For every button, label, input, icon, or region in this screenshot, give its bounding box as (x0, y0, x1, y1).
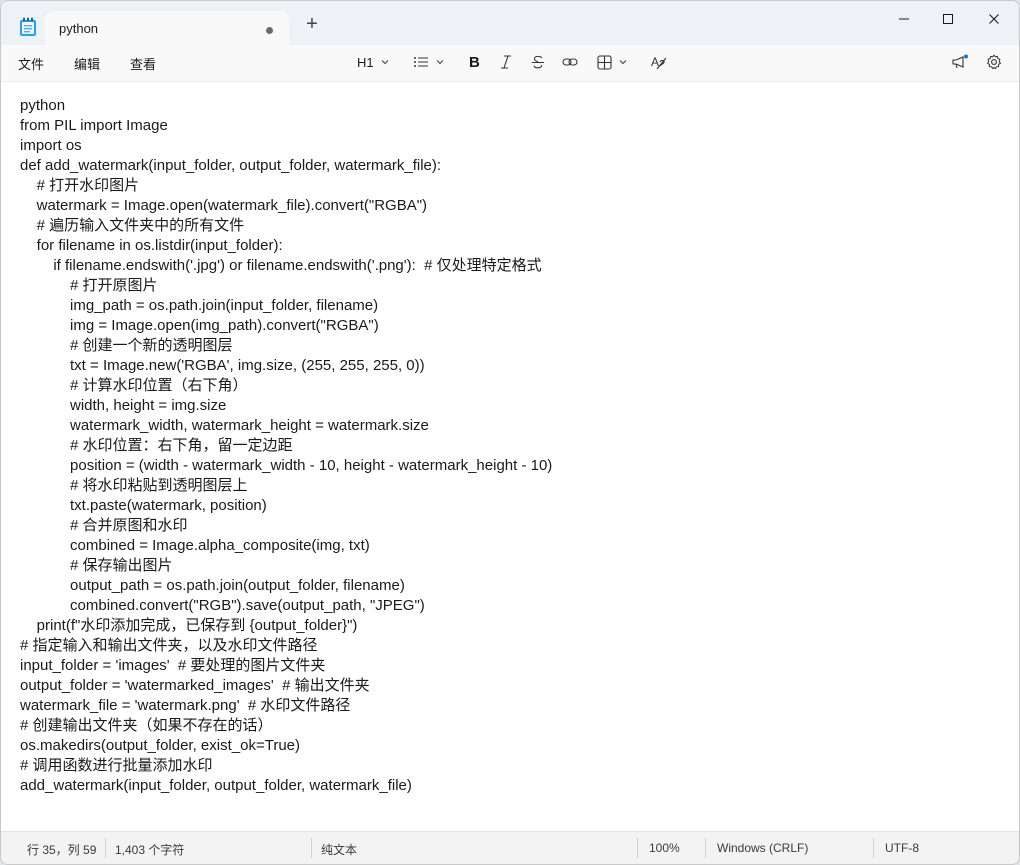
character-count: 1,403 个字符 (115, 843, 185, 857)
gear-icon (986, 54, 1002, 70)
link-button[interactable] (562, 52, 578, 72)
strikethrough-icon (532, 55, 544, 69)
clear-formatting-button[interactable]: A (651, 52, 667, 72)
tab-title: python (59, 21, 99, 36)
status-divider (105, 838, 106, 858)
code-line[interactable]: # 创建一个新的透明图层 (20, 336, 552, 356)
code-line[interactable]: def add_watermark(input_folder, output_f… (20, 156, 552, 176)
maximize-icon (943, 14, 953, 24)
code-line[interactable]: position = (width - watermark_width - 10… (20, 456, 552, 476)
notepad-app-icon (19, 17, 37, 37)
menu-bar: 文件 编辑 查看 H1 B A (1, 45, 1019, 79)
menu-edit[interactable]: 编辑 (74, 54, 100, 73)
code-line[interactable]: img = Image.open(img_path).convert("RGBA… (20, 316, 552, 336)
clear-formatting-icon: A (651, 55, 667, 70)
svg-text:B: B (469, 54, 480, 70)
title-bar: python + (1, 1, 1019, 45)
copilot-announcement-button[interactable] (951, 52, 969, 72)
menu-view[interactable]: 查看 (130, 54, 156, 73)
code-line[interactable]: # 指定输入和输出文件夹，以及水印文件路径 (20, 636, 552, 656)
code-line[interactable]: # 将水印粘贴到透明图层上 (20, 476, 552, 496)
code-line[interactable]: for filename in os.listdir(input_folder)… (20, 236, 552, 256)
code-line[interactable]: # 遍历输入文件夹中的所有文件 (20, 216, 552, 236)
svg-text:A: A (651, 55, 659, 69)
notepad-window: python + 文件 编辑 查看 H1 B A python from PIL… (0, 0, 1020, 865)
code-line[interactable]: # 合并原图和水印 (20, 516, 552, 536)
code-line[interactable]: img_path = os.path.join(input_folder, fi… (20, 296, 552, 316)
list-dropdown[interactable] (413, 52, 445, 72)
code-line[interactable]: os.makedirs(output_folder, exist_ok=True… (20, 736, 552, 756)
code-line[interactable]: txt.paste(watermark, position) (20, 496, 552, 516)
unsaved-dot-icon[interactable] (266, 27, 273, 34)
code-line[interactable]: print(f"水印添加完成，已保存到 {output_folder}") (20, 616, 552, 636)
encoding[interactable]: UTF-8 (885, 841, 919, 855)
code-line[interactable]: import os (20, 136, 552, 156)
code-line[interactable]: output_folder = 'watermarked_images' # 输… (20, 676, 552, 696)
code-line[interactable]: input_folder = 'images' # 要处理的图片文件夹 (20, 656, 552, 676)
text-format[interactable]: 纯文本 (321, 841, 357, 858)
table-icon (597, 54, 612, 70)
code-line[interactable]: watermark = Image.open(watermark_file).c… (20, 196, 552, 216)
code-line[interactable]: # 创建输出文件夹（如果不存在的话） (20, 716, 552, 736)
code-line[interactable]: # 打开水印图片 (20, 176, 552, 196)
status-bar: 行 35，列 59 1,403 个字符 纯文本 100% Windows (CR… (1, 831, 1019, 864)
table-dropdown[interactable] (597, 52, 628, 72)
editor-content[interactable]: python from PIL import Image import os def … (20, 96, 552, 796)
code-line[interactable]: # 保存输出图片 (20, 556, 552, 576)
tab-python[interactable]: python (45, 11, 289, 45)
maximize-button[interactable] (925, 7, 971, 31)
status-divider (705, 838, 706, 858)
chevron-down-icon (436, 60, 444, 65)
code-line[interactable]: # 计算水印位置（右下角） (20, 376, 552, 396)
code-line[interactable]: txt = Image.new('RGBA', img.size, (255, … (20, 356, 552, 376)
megaphone-icon (952, 54, 968, 69)
code-line[interactable]: # 打开原图片 (20, 276, 552, 296)
text-editor[interactable]: python from PIL import Image import os def … (1, 81, 1019, 831)
code-line[interactable]: # 调用函数进行批量添加水印 (20, 756, 552, 776)
zoom-level[interactable]: 100% (649, 841, 680, 855)
code-line[interactable]: if filename.endswith('.jpg') or filename… (20, 256, 552, 276)
settings-button[interactable] (986, 52, 1002, 72)
minimize-icon (899, 18, 909, 20)
code-line[interactable]: watermark_file = 'watermark.png' # 水印文件路… (20, 696, 552, 716)
italic-button[interactable] (499, 52, 513, 72)
menu-file[interactable]: 文件 (18, 54, 44, 73)
chevron-down-icon (619, 60, 627, 65)
status-divider (311, 838, 312, 858)
code-line[interactable]: python (20, 96, 552, 116)
strikethrough-button[interactable] (531, 52, 545, 72)
code-line[interactable]: watermark_width, watermark_height = wate… (20, 416, 552, 436)
line-ending[interactable]: Windows (CRLF) (717, 841, 808, 855)
bold-button[interactable]: B (467, 52, 481, 72)
chevron-down-icon (381, 60, 389, 65)
new-tab-plus-icon[interactable]: + (301, 14, 323, 34)
code-line[interactable]: add_watermark(input_folder, output_folde… (20, 776, 552, 796)
code-line[interactable]: output_path = os.path.join(output_folder… (20, 576, 552, 596)
code-line[interactable]: width, height = img.size (20, 396, 552, 416)
close-icon (989, 14, 999, 24)
code-line[interactable]: from PIL import Image (20, 116, 552, 136)
cursor-position: 行 35，列 59 (27, 843, 97, 857)
italic-icon (501, 55, 511, 69)
code-line[interactable]: # 水印位置：右下角，留一定边距 (20, 436, 552, 456)
close-button[interactable] (971, 7, 1017, 31)
minimize-button[interactable] (881, 7, 927, 31)
status-divider (873, 838, 874, 858)
heading-dropdown[interactable]: H1 (357, 52, 390, 72)
code-line[interactable]: combined = Image.alpha_composite(img, tx… (20, 536, 552, 556)
status-divider (637, 838, 638, 858)
code-line[interactable]: combined.convert("RGB").save(output_path… (20, 596, 552, 616)
heading-label: H1 (357, 54, 374, 70)
bold-icon: B (469, 54, 480, 70)
link-icon (562, 58, 578, 66)
bulleted-list-icon (414, 57, 428, 67)
